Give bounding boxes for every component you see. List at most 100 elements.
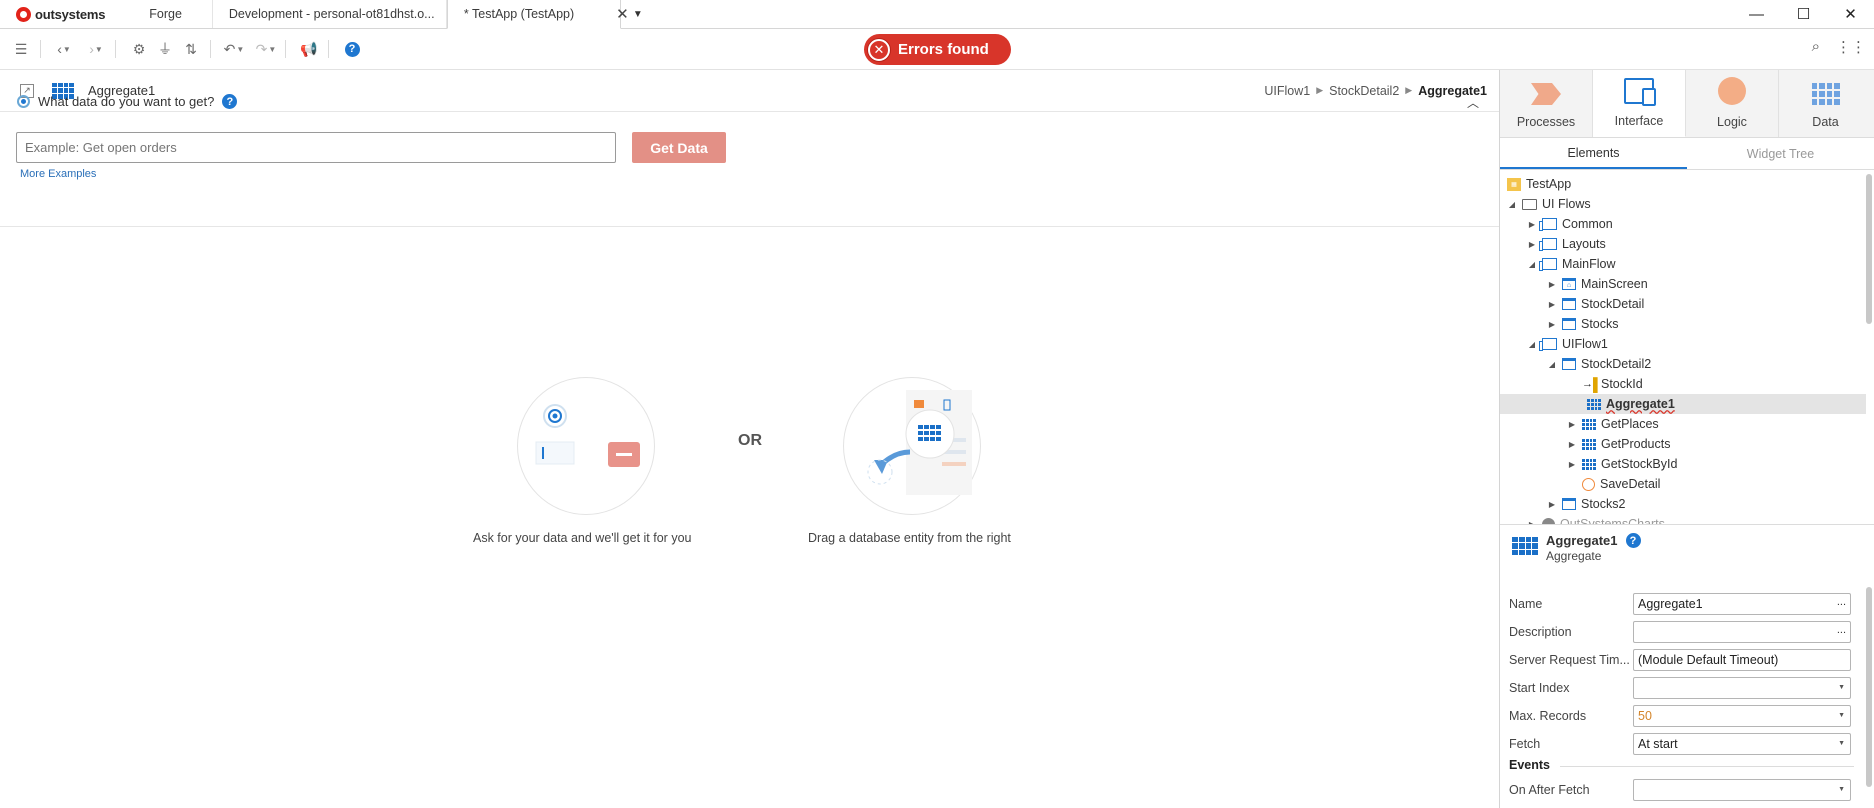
tree-node-ui-flows[interactable]: ◢ UI Flows [1507, 194, 1591, 214]
collapsed-arrow-icon[interactable]: ▶ [1567, 420, 1577, 429]
settings-gear-icon[interactable]: ⚙ [128, 38, 150, 60]
minimize-button[interactable]: — [1733, 0, 1780, 28]
tree-node-stocks2[interactable]: ▶ Stocks2 [1547, 494, 1626, 514]
help-icon[interactable]: ? [222, 94, 238, 109]
collapsed-arrow-icon[interactable]: ▶ [1547, 280, 1557, 289]
max-records-dropdown[interactable]: 50 ▼ [1633, 705, 1851, 727]
more-options-icon[interactable]: ... [1837, 624, 1846, 636]
ask-data-caption: Ask for your data and we'll get it for y… [473, 531, 692, 545]
expanded-arrow-icon[interactable]: ◢ [1547, 360, 1557, 369]
collapsed-arrow-icon[interactable]: ▶ [1527, 220, 1537, 229]
collapsed-arrow-icon[interactable]: ▶ [1547, 300, 1557, 309]
tree-node-uiflow1[interactable]: ◢ UIFlow1 [1527, 334, 1608, 354]
name-field[interactable]: Aggregate1 ... [1633, 593, 1851, 615]
chevron-down-icon: ▼ [1838, 712, 1845, 719]
tree-node-aggregate1[interactable]: Aggregate1 [1500, 394, 1866, 414]
toolbar-divider [285, 40, 286, 58]
server-request-timeout-field[interactable]: (Module Default Timeout) [1633, 649, 1851, 671]
collapse-chevron-up-icon[interactable]: ︿ [1467, 94, 1479, 111]
collapsed-arrow-icon[interactable]: ▶ [1567, 460, 1577, 469]
collapsed-arrow-icon[interactable]: ▶ [1547, 500, 1557, 509]
properties-header: Aggregate1 ? Aggregate [1500, 525, 1874, 565]
aggregate-icon [1582, 438, 1596, 450]
tree-node-stockdetail[interactable]: ▶ StockDetail [1547, 294, 1644, 314]
layer-tabs: Processes Interface Logic Data [1500, 70, 1874, 138]
ask-data-input[interactable] [16, 132, 616, 163]
search-icon[interactable]: ⌕ [1812, 38, 1820, 56]
tree-node-label: SaveDetail [1600, 477, 1661, 491]
hamburger-menu-icon[interactable]: ☰ [10, 38, 32, 60]
client-action-icon [1582, 477, 1595, 491]
tab-logic[interactable]: Logic [1686, 70, 1779, 137]
help-button[interactable]: ? [341, 38, 363, 60]
get-data-button[interactable]: Get Data [632, 132, 726, 163]
tab-testapp[interactable]: * TestApp (TestApp) ✕ [446, 0, 629, 29]
more-examples-link[interactable]: More Examples [20, 168, 96, 180]
start-index-dropdown[interactable]: ▼ [1633, 677, 1851, 699]
module-icon [1542, 517, 1555, 524]
tab-interface[interactable]: Interface [1593, 70, 1686, 137]
tree-node-stocks[interactable]: ▶ Stocks [1547, 314, 1619, 334]
property-label: Server Request Tim... [1509, 653, 1630, 667]
fetch-dropdown[interactable]: At start ▼ [1633, 733, 1851, 755]
or-label: OR [738, 432, 762, 449]
elements-tree: ▦ TestApp ◢ UI Flows ▶ Common ▶ Layouts … [1500, 170, 1874, 525]
tree-node-layouts[interactable]: ▶ Layouts [1527, 234, 1606, 254]
forward-icon[interactable]: › ▼ [85, 38, 107, 60]
tree-scrollbar[interactable] [1866, 174, 1872, 324]
properties-scrollbar[interactable] [1866, 587, 1872, 787]
help-icon[interactable]: ? [1625, 533, 1641, 548]
errors-found-button[interactable]: ✕ Errors found [864, 34, 1011, 65]
expanded-arrow-icon[interactable]: ◢ [1527, 260, 1537, 269]
publish-megaphone-icon[interactable]: 📢 [298, 38, 320, 60]
breadcrumb-uiflow1[interactable]: UIFlow1 [1264, 84, 1310, 98]
outsystems-logo-icon [16, 6, 31, 22]
tree-node-stockid[interactable]: → ▌ StockId [1567, 374, 1643, 394]
tab-label: Processes [1516, 115, 1576, 129]
tree-node-testapp[interactable]: ▦ TestApp [1507, 174, 1571, 194]
right-panel: Processes Interface Logic Data Elements … [1499, 70, 1874, 808]
back-icon[interactable]: ‹ ▼ [53, 38, 75, 60]
tree-node-getplaces[interactable]: ▶ GetPlaces [1567, 414, 1659, 434]
tab-development[interactable]: Development - personal-ot81dhst.o... [213, 0, 447, 28]
more-options-icon[interactable]: ... [1837, 596, 1846, 608]
tree-node-label: Layouts [1562, 237, 1606, 251]
tab-forge[interactable]: Forge [119, 0, 213, 28]
ask-question: What data do you want to get? ? [17, 94, 238, 109]
expanded-arrow-icon[interactable]: ◢ [1527, 340, 1537, 349]
plug-icon[interactable]: ⏚ [154, 38, 176, 60]
undo-icon[interactable]: ↶ ▼ [223, 38, 245, 60]
app-icon: ▦ [1507, 177, 1521, 191]
tree-node-mainscreen[interactable]: ▶ ⌂ MainScreen [1547, 274, 1648, 294]
breadcrumb-stockdetail2[interactable]: StockDetail2 [1329, 84, 1399, 98]
aggregate-icon [1582, 418, 1596, 430]
tree-node-label: OutSystemsCharts [1560, 517, 1665, 525]
tree-node-getstockbyid[interactable]: ▶ GetStockById [1567, 454, 1678, 474]
tab-elements[interactable]: Elements [1500, 138, 1687, 169]
maximize-button[interactable]: ☐ [1780, 0, 1827, 28]
expanded-arrow-icon[interactable]: ◢ [1507, 200, 1517, 209]
redo-icon[interactable]: ↷ ▼ [255, 38, 277, 60]
collapsed-arrow-icon[interactable]: ▶ [1567, 440, 1577, 449]
tab-data[interactable]: Data [1779, 70, 1872, 137]
drag-entity-caption: Drag a database entity from the right [808, 531, 1011, 545]
collapsed-arrow-icon[interactable]: ▶ [1547, 320, 1557, 329]
aggregate-icon [1582, 458, 1596, 470]
tab-processes[interactable]: Processes [1500, 70, 1593, 137]
tab-widget-tree[interactable]: Widget Tree [1687, 138, 1874, 169]
on-after-fetch-dropdown[interactable]: ▼ [1633, 779, 1851, 801]
tree-node-savedetail[interactable]: SaveDetail [1567, 474, 1660, 494]
property-value: At start [1638, 737, 1678, 751]
description-field[interactable]: ... [1633, 621, 1851, 643]
apps-grid-icon[interactable]: ⋮⋮ [1836, 38, 1866, 56]
tree-node-common[interactable]: ▶ Common [1527, 214, 1613, 234]
merge-icon[interactable]: ⇅ [180, 38, 202, 60]
tree-node-getproducts[interactable]: ▶ GetProducts [1567, 434, 1671, 454]
collapsed-arrow-icon[interactable]: ▶ [1527, 240, 1537, 249]
close-window-button[interactable]: ✕ [1827, 0, 1874, 28]
tree-node-outsystemscharts[interactable]: ▶ OutSystemsCharts [1527, 514, 1665, 525]
tree-node-mainflow[interactable]: ◢ MainFlow [1527, 254, 1616, 274]
aggregate-icon [1587, 398, 1601, 410]
tab-list-dropdown[interactable]: ▼ [621, 0, 655, 28]
tree-node-stockdetail2[interactable]: ◢ StockDetail2 [1547, 354, 1651, 374]
